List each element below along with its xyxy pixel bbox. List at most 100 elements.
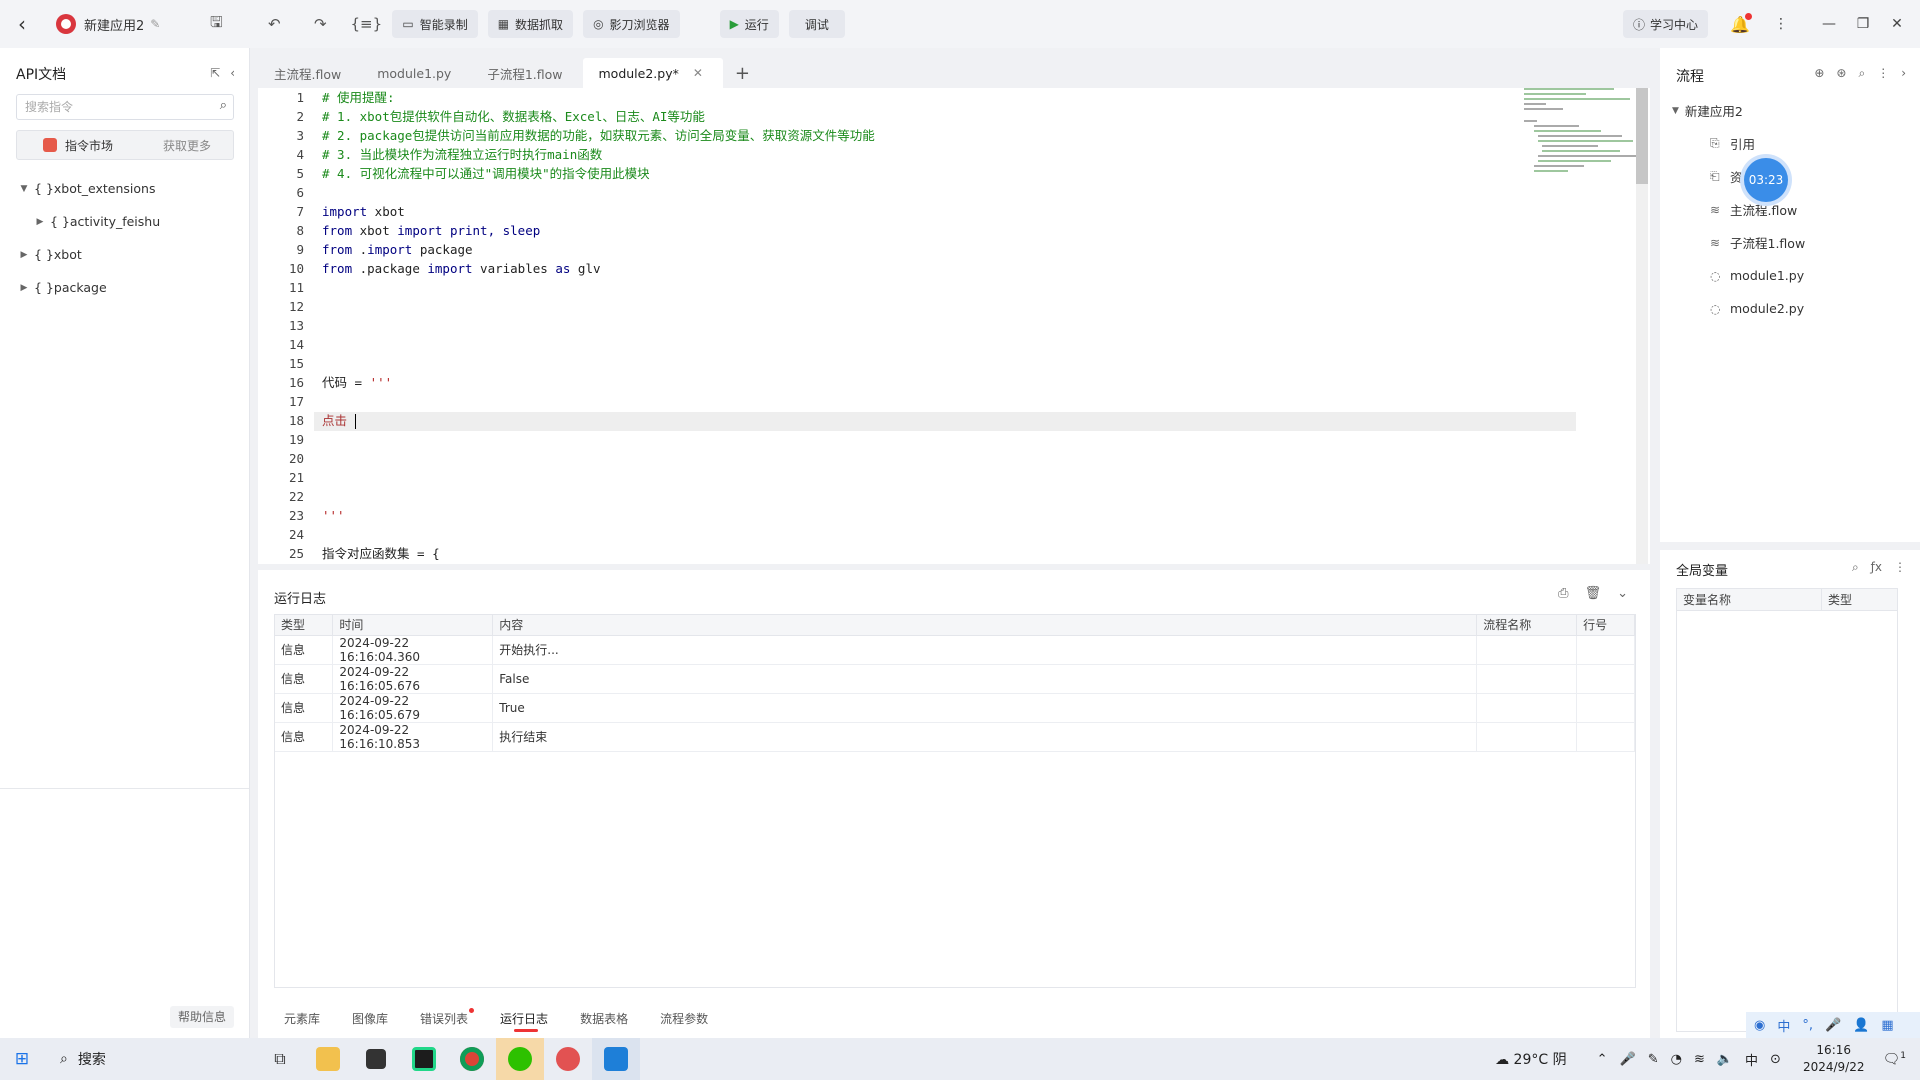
expanded-arrow-icon[interactable]: ▼	[1672, 106, 1679, 116]
code-line[interactable]: 指令对应函数集 = {	[322, 544, 1650, 563]
minimize-icon[interactable]: —	[1812, 16, 1846, 32]
code-line[interactable]	[322, 392, 1650, 411]
code-line[interactable]: from .package import variables as glv	[322, 259, 1650, 278]
code-line[interactable]: '''	[322, 506, 1650, 525]
smart-record-button[interactable]: ▭ 智能录制	[392, 10, 478, 38]
code-line[interactable]: import xbot	[322, 202, 1650, 221]
table-row[interactable]: 信息 2024-09-22 16:16:05.676 False	[275, 664, 1635, 694]
tree-item-package[interactable]: ▶ { } package	[0, 271, 249, 304]
code-line[interactable]	[322, 278, 1650, 297]
code-line[interactable]	[322, 449, 1650, 468]
col-content[interactable]: 内容	[492, 615, 1478, 636]
code-line[interactable]: 点击	[322, 411, 1650, 430]
add-tab-icon[interactable]: +	[723, 58, 762, 88]
code-line[interactable]: # 使用提醒:	[322, 88, 1650, 107]
tray-app-icon[interactable]: ⊙	[1770, 1052, 1781, 1067]
search-icon[interactable]: ⌕	[220, 98, 227, 113]
ime-toolbar[interactable]: ◉ 中 °, 🎤 👤 ▦	[1746, 1012, 1920, 1038]
code-line[interactable]	[322, 335, 1650, 354]
code-line[interactable]	[322, 183, 1650, 202]
code-line[interactable]: # 4. 可视化流程中可以通过"调用模块"的指令使用此模块	[322, 164, 1650, 183]
help-info-button[interactable]: 帮助信息	[170, 1006, 235, 1028]
tree-item-main-flow[interactable]: ≋ 主流程.flow	[1660, 193, 1920, 226]
microphone-icon[interactable]: 🎤	[1620, 1052, 1636, 1067]
code-area[interactable]: # 使用提醒: # 1. xbot包提供软件自动化、数据表格、Excel、日志、A…	[322, 88, 1650, 563]
scrollbar-thumb[interactable]	[1636, 88, 1648, 184]
grid-icon[interactable]: ▦	[1881, 1018, 1893, 1033]
tab-main-flow[interactable]: 主流程.flow	[258, 58, 361, 88]
get-more-link[interactable]: 获取更多	[163, 137, 211, 154]
clear-log-icon[interactable]: 🗑	[1585, 586, 1602, 601]
search-icon[interactable]: ⌕	[1852, 560, 1859, 575]
code-line[interactable]	[322, 525, 1650, 544]
ime-icon[interactable]: 中	[1745, 1050, 1758, 1069]
weather-widget[interactable]: ☁ 29°C 阴	[1495, 1049, 1567, 1069]
tree-item-module1[interactable]: ◌ module1.py	[1660, 259, 1920, 292]
notification-bell-icon[interactable]: 🔔	[1726, 12, 1754, 34]
tab-run-log[interactable]: 运行日志	[500, 1010, 548, 1032]
tab-image-library[interactable]: 图像库	[352, 1010, 388, 1027]
tab-error-list[interactable]: 错误列表	[420, 1008, 475, 1027]
back-arrow-icon[interactable]: ‹	[0, 12, 44, 36]
network-icon[interactable]: ◔	[1671, 1052, 1682, 1067]
export-log-icon[interactable]: ⎙	[1558, 586, 1568, 601]
code-line[interactable]: # 1. xbot包提供软件自动化、数据表格、Excel、日志、AI等功能	[322, 107, 1650, 126]
add-module-icon[interactable]: ⊛	[1836, 66, 1846, 81]
wifi-icon[interactable]: ≋	[1694, 1052, 1705, 1067]
search-icon[interactable]: ⌕	[1858, 66, 1865, 81]
col-line-no[interactable]: 行号	[1576, 615, 1635, 636]
taskbar-search[interactable]: ⌕ 搜索	[44, 1038, 256, 1080]
shadowbot-icon[interactable]	[544, 1038, 592, 1080]
windows-start-icon[interactable]: ⊞	[0, 1049, 44, 1069]
active-app-icon[interactable]	[592, 1038, 640, 1080]
recording-timer-badge[interactable]: 03:23	[1744, 158, 1788, 202]
code-line[interactable]	[322, 354, 1650, 373]
code-minimap[interactable]	[1524, 88, 1639, 278]
tree-item-resources[interactable]: ⎗ 资	[1660, 160, 1920, 193]
collapse-all-icon[interactable]: ⇱	[210, 66, 220, 80]
function-icon[interactable]: ƒx	[1871, 560, 1882, 575]
table-row[interactable]: 信息 2024-09-22 16:16:04.360 开始执行...	[275, 635, 1635, 665]
debug-button[interactable]: 调试	[788, 10, 845, 38]
system-clock[interactable]: 16:16 2024/9/22	[1803, 1042, 1865, 1076]
tree-item-references[interactable]: ⎘ 引用	[1660, 127, 1920, 160]
tree-item-activity-feishu[interactable]: ▶ { } activity_feishu	[0, 205, 249, 238]
code-line[interactable]	[322, 430, 1650, 449]
ime-mode-label[interactable]: 中	[1777, 1016, 1790, 1035]
pycharm-icon[interactable]	[400, 1038, 448, 1080]
code-line[interactable]	[322, 297, 1650, 316]
editor-scrollbar[interactable]	[1636, 88, 1648, 564]
code-block-icon[interactable]: {≡}	[350, 15, 383, 33]
col-var-type[interactable]: 类型	[1822, 589, 1852, 610]
code-line[interactable]: 代码 = '''	[322, 373, 1650, 392]
punctuation-icon[interactable]: °,	[1802, 1018, 1813, 1033]
code-line[interactable]: from .import package	[322, 240, 1650, 259]
pen-icon[interactable]: ✎	[1648, 1052, 1659, 1067]
tab-module2[interactable]: module2.py* ✕	[582, 58, 723, 88]
code-line[interactable]: # 3. 当此模块作为流程独立运行时执行main函数	[322, 145, 1650, 164]
more-menu-icon[interactable]: ⋮	[1877, 66, 1889, 81]
tab-data-table[interactable]: 数据表格	[580, 1010, 628, 1027]
col-var-name[interactable]: 变量名称	[1677, 589, 1822, 610]
add-flow-icon[interactable]: ⊕	[1814, 66, 1824, 81]
collapsed-arrow-icon[interactable]: ▶	[34, 217, 46, 227]
collapse-panel-icon[interactable]: ‹	[230, 66, 235, 80]
code-line[interactable]	[322, 468, 1650, 487]
tab-element-library[interactable]: 元素库	[284, 1010, 320, 1027]
tree-item-module2[interactable]: ◌ module2.py	[1660, 292, 1920, 325]
data-grab-button[interactable]: ▦ 数据抓取	[487, 10, 574, 38]
redo-icon[interactable]: ↷	[304, 15, 336, 33]
wechat-icon[interactable]	[496, 1038, 544, 1080]
table-row[interactable]: 信息 2024-09-22 16:16:10.853 执行结束	[275, 722, 1635, 752]
save-icon[interactable]: 🖫	[200, 12, 232, 37]
col-time[interactable]: 时间	[332, 615, 494, 636]
volume-icon[interactable]: 🔈	[1717, 1052, 1733, 1067]
tree-item-xbot[interactable]: ▶ { } xbot	[0, 238, 249, 271]
rename-pencil-icon[interactable]: ✎	[150, 17, 160, 31]
file-explorer-icon[interactable]	[304, 1038, 352, 1080]
restore-icon[interactable]: ❐	[1846, 16, 1880, 32]
tree-item-xbot-extensions[interactable]: ▼ { } xbot_extensions	[0, 172, 249, 205]
collapsed-arrow-icon[interactable]: ▶	[18, 283, 30, 293]
command-market-bar[interactable]: 指令市场 获取更多	[16, 130, 234, 160]
col-flow-name[interactable]: 流程名称	[1476, 615, 1578, 636]
